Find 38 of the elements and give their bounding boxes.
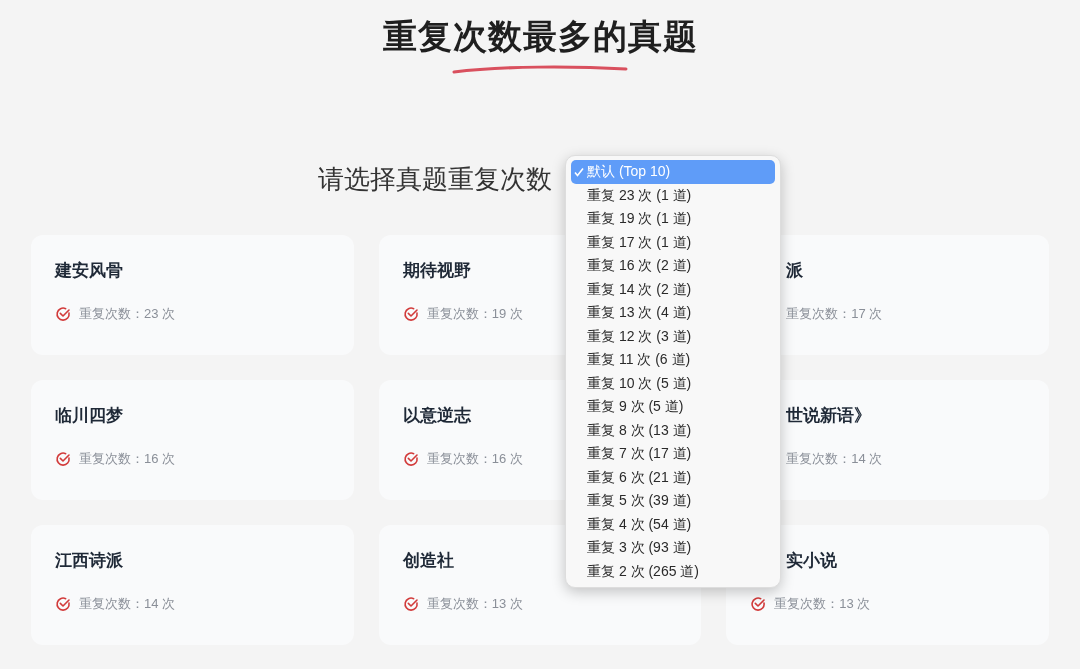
menu-option[interactable]: 重复 8 次 (13 道) <box>571 418 775 442</box>
repeat-count: 重复次数：17 次 <box>786 305 883 324</box>
menu-option[interactable]: 重复 5 次 (39 道) <box>571 489 775 513</box>
filter-label: 请选择真题重复次数 <box>318 163 552 196</box>
menu-option[interactable]: 重复 14 次 (2 道) <box>571 277 775 301</box>
page-title: 重复次数最多的真题 <box>382 16 698 57</box>
menu-option[interactable]: 重复 16 次 (2 道) <box>571 254 775 278</box>
card-title: 江西诗派 <box>55 550 123 572</box>
menu-option[interactable]: 重复 12 次 (3 道) <box>571 324 775 348</box>
repeat-count: 重复次数：19 次 <box>426 305 523 324</box>
card-title: 创造社 <box>402 550 454 572</box>
repeat-count: 重复次数：13 次 <box>426 595 523 614</box>
card-title: 实小说 <box>786 550 838 572</box>
card-title: 以意逆志 <box>402 405 471 427</box>
menu-option[interactable]: 重复 4 次 (54 道) <box>571 512 775 536</box>
menu-option[interactable]: 重复 19 次 (1 道) <box>571 207 775 231</box>
checkmark-icon <box>574 166 584 177</box>
card-title: 临川四梦 <box>55 405 123 427</box>
menu-option[interactable]: 重复 7 次 (17 道) <box>571 442 775 466</box>
menu-option[interactable]: 重复 3 次 (93 道) <box>571 536 775 560</box>
repeat-count: 重复次数：16 次 <box>426 450 523 469</box>
menu-option[interactable]: 重复 13 次 (4 道) <box>571 301 775 325</box>
menu-option[interactable]: 重复 10 次 (5 道) <box>571 371 775 395</box>
menu-option[interactable]: 重复 17 次 (1 道) <box>571 230 775 254</box>
card-title: 建安风骨 <box>55 260 123 282</box>
card-title: 派 <box>786 260 804 282</box>
repeat-count: 重复次数：23 次 <box>79 305 176 324</box>
repeat-count: 重复次数：14 次 <box>79 595 176 614</box>
card-title: 世说新语》 <box>786 405 872 427</box>
menu-option[interactable]: 重复 11 次 (6 道) <box>571 348 775 372</box>
menu-option[interactable]: 重复 2 次 (265 道) <box>571 559 775 583</box>
menu-option[interactable]: 重复 9 次 (5 道) <box>571 395 775 419</box>
menu-option[interactable]: 重复 23 次 (1 道) <box>571 183 775 207</box>
menu-option[interactable]: 重复 6 次 (21 道) <box>571 465 775 489</box>
repeat-count: 重复次数：13 次 <box>774 595 871 614</box>
repeat-count: 重复次数：14 次 <box>786 450 883 469</box>
repeat-count: 重复次数：16 次 <box>79 450 176 469</box>
card-title: 期待视野 <box>402 260 471 282</box>
